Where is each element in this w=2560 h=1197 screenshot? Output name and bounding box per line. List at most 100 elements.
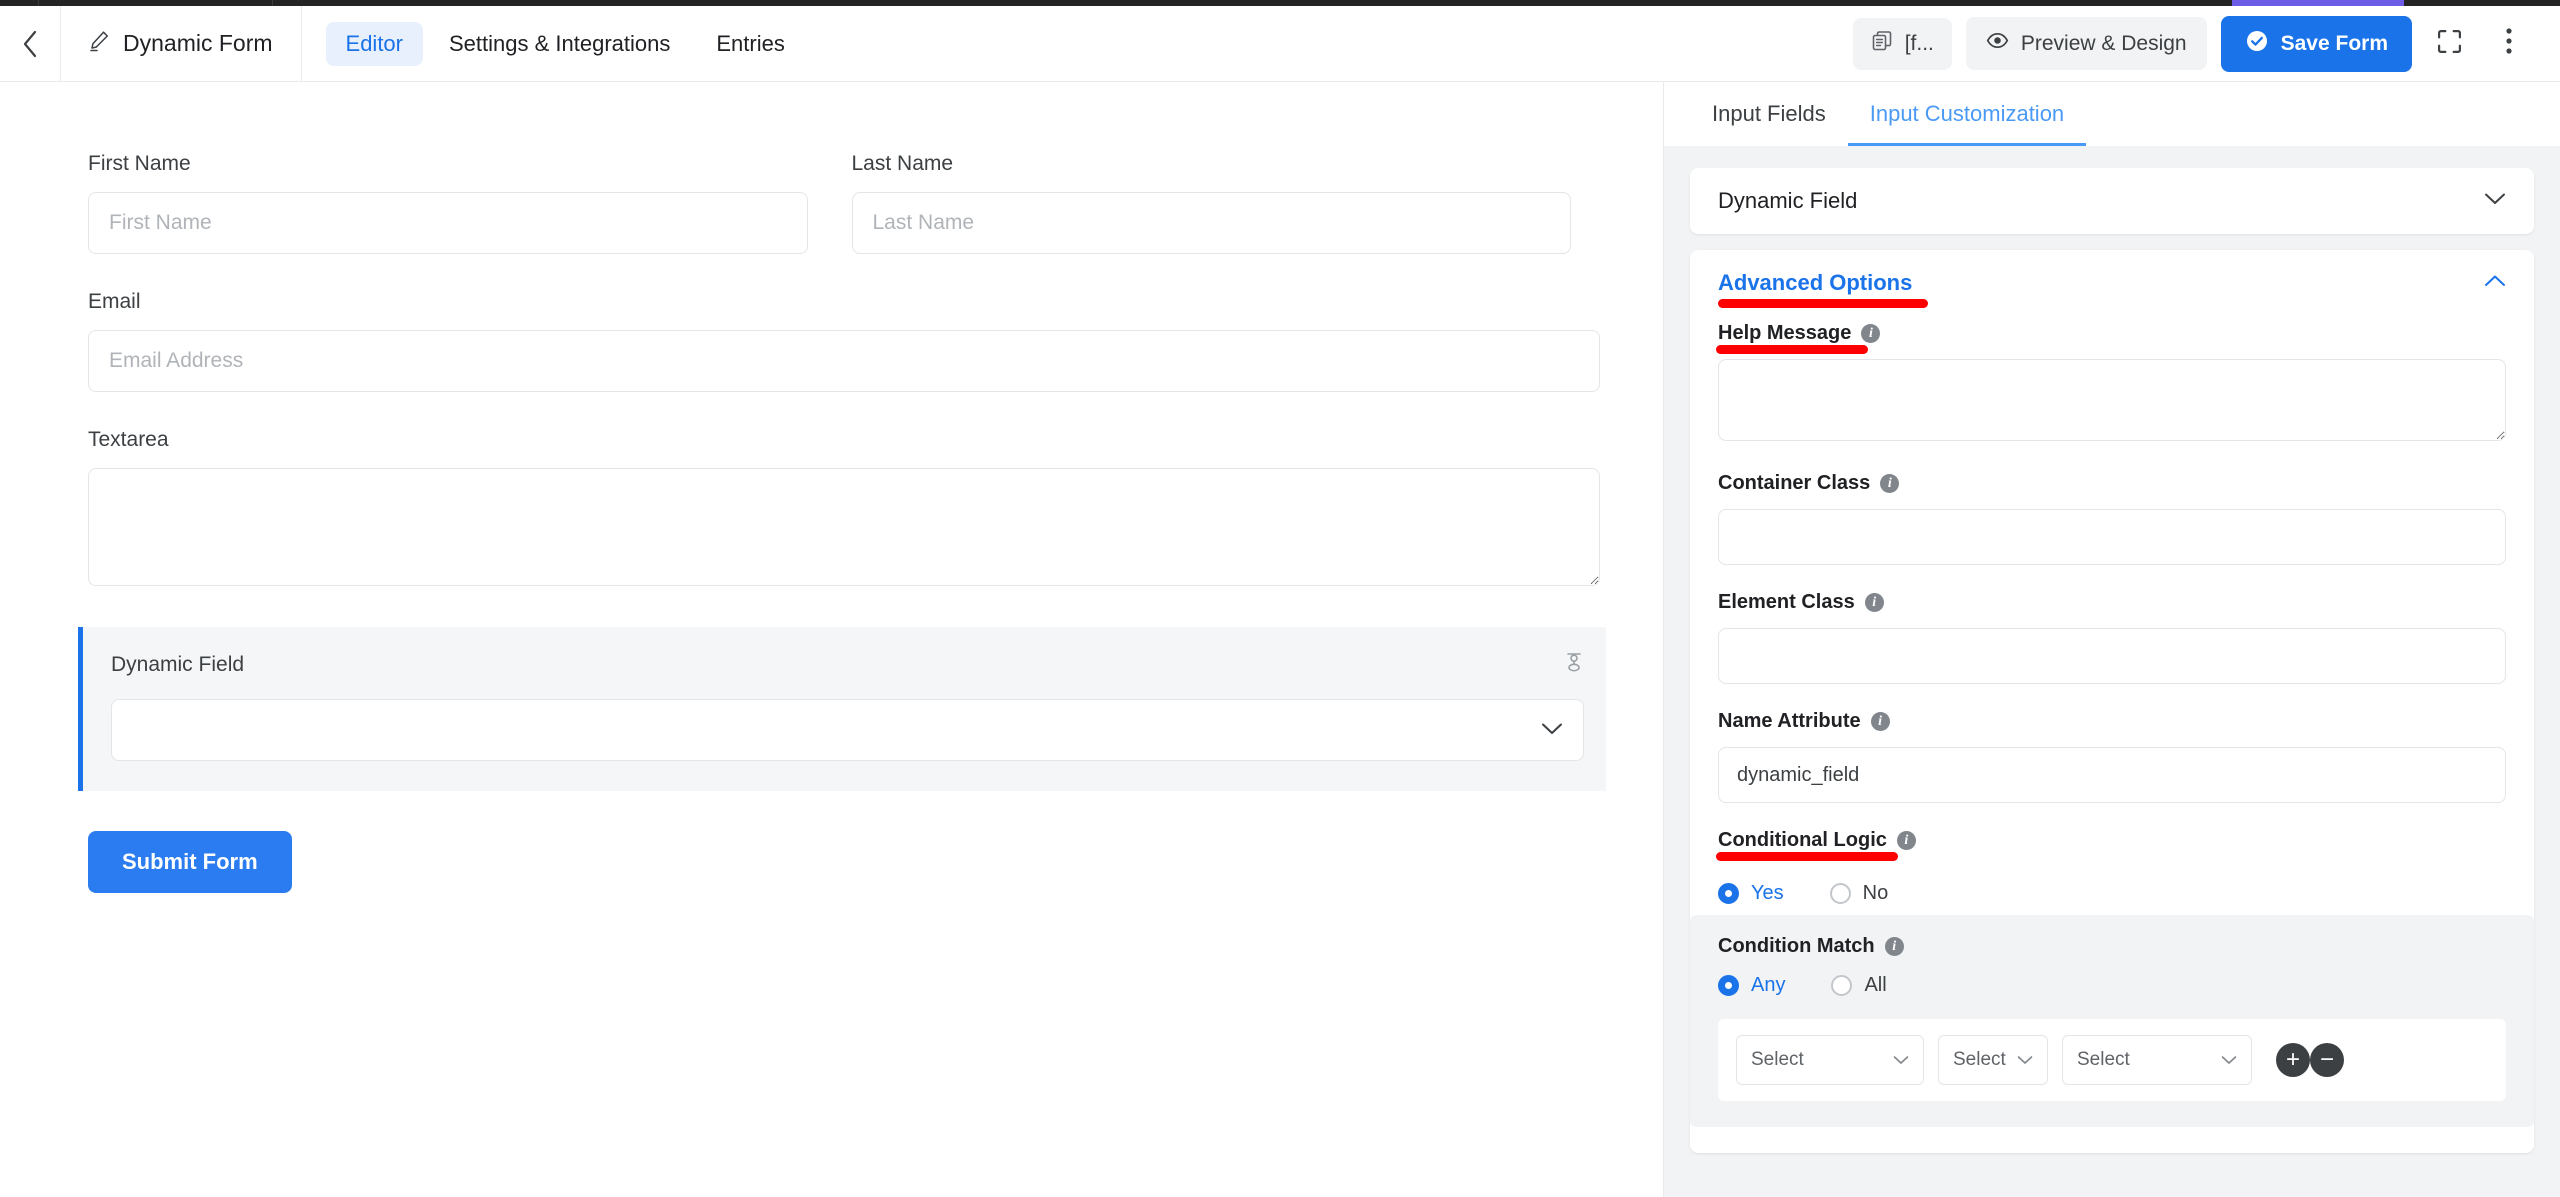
chevron-up-icon xyxy=(2484,274,2506,293)
condition-rule-buttons: + − xyxy=(2276,1043,2344,1077)
preview-design-label: Preview & Design xyxy=(2020,31,2187,55)
more-options-button[interactable] xyxy=(2486,21,2532,67)
conditional-logic-radios: Yes No xyxy=(1718,882,2506,905)
field-selector-title: Dynamic Field xyxy=(1718,188,1858,213)
field-first-name: First Name xyxy=(88,152,808,254)
info-icon[interactable]: i xyxy=(1864,593,1884,612)
conditional-logic-option-yes[interactable]: Yes xyxy=(1718,882,1784,905)
page-title: Dynamic Form xyxy=(123,30,273,56)
eye-icon xyxy=(1986,29,2009,58)
info-icon[interactable]: i xyxy=(1870,712,1890,731)
tab-input-fields[interactable]: Input Fields xyxy=(1690,101,1848,146)
conditional-logic-yes-label: Yes xyxy=(1751,882,1784,904)
condition-match-all-label: All xyxy=(1864,974,1887,996)
tab-entries[interactable]: Entries xyxy=(696,22,804,66)
back-button[interactable] xyxy=(0,6,60,82)
header-actions: [f... Preview & Design Save Form xyxy=(1852,15,2560,72)
textarea-label: Textarea xyxy=(88,428,169,451)
form-title-group[interactable]: Dynamic Form xyxy=(61,6,301,82)
copy-icon xyxy=(1871,30,1893,58)
chevron-down-icon xyxy=(2205,1049,2237,1071)
selected-dynamic-field-block[interactable]: Dynamic Field xyxy=(78,627,1606,791)
shortcode-label: [f... xyxy=(1904,31,1934,55)
shortcode-button[interactable]: [f... xyxy=(1852,17,1952,70)
header-divider-2 xyxy=(300,5,302,82)
condition-value-select[interactable]: Select xyxy=(2062,1035,2252,1085)
tab-editor[interactable]: Editor xyxy=(325,21,423,66)
group-name-attribute: Name Attribute i xyxy=(1718,710,2506,803)
advanced-options-title: Advanced Options xyxy=(1718,270,1928,308)
save-form-label: Save Form xyxy=(2280,31,2388,55)
settings-handle-icon xyxy=(1564,653,1584,679)
first-name-label: First Name xyxy=(88,152,191,175)
condition-rule-row: Select Select Select + − xyxy=(1718,1019,2506,1101)
pencil-icon xyxy=(87,29,111,58)
name-row: First Name Last Name xyxy=(88,152,1571,290)
fullscreen-icon xyxy=(2436,28,2463,60)
info-icon[interactable]: i xyxy=(1880,474,1900,493)
field-email: Email xyxy=(88,290,1600,392)
dynamic-field-label: Dynamic Field xyxy=(111,653,245,676)
submit-form-button[interactable]: Submit Form xyxy=(88,831,292,893)
info-icon[interactable]: i xyxy=(1884,937,1904,956)
condition-match-any-label: Any xyxy=(1751,974,1786,996)
textarea-input[interactable] xyxy=(88,468,1600,586)
first-name-input[interactable] xyxy=(88,192,808,254)
remove-condition-button[interactable]: − xyxy=(2310,1043,2344,1077)
advanced-options-header[interactable]: Advanced Options xyxy=(1690,250,2534,316)
condition-match-option-all[interactable]: All xyxy=(1831,974,1887,997)
check-circle-icon xyxy=(2245,29,2269,59)
conditional-logic-no-label: No xyxy=(1862,882,1889,904)
help-message-label-text: Help Message xyxy=(1718,322,1852,344)
body-wrap: First Name Last Name Email Textarea Dyna… xyxy=(0,82,2560,1197)
container-class-input[interactable] xyxy=(1718,509,2506,565)
info-icon[interactable]: i xyxy=(1861,324,1881,343)
field-last-name: Last Name xyxy=(851,152,1571,254)
radio-icon xyxy=(1831,975,1853,996)
save-form-button[interactable]: Save Form xyxy=(2220,15,2412,72)
panel-scroll-area[interactable]: Dynamic Field Advanced Options Help Mess… xyxy=(1664,146,2560,1197)
tab-settings-integrations[interactable]: Settings & Integrations xyxy=(429,22,690,66)
field-selector-card: Dynamic Field xyxy=(1690,168,2534,234)
chevron-down-icon xyxy=(2484,192,2506,211)
element-class-input[interactable] xyxy=(1718,628,2506,684)
condition-field-select-value: Select xyxy=(1751,1049,1804,1070)
condition-match-label-text: Condition Match xyxy=(1718,935,1875,957)
preview-design-button[interactable]: Preview & Design xyxy=(1965,17,2207,70)
email-label: Email xyxy=(88,290,141,313)
help-message-textarea[interactable] xyxy=(1718,359,2506,441)
last-name-label: Last Name xyxy=(851,152,954,175)
tab-input-customization[interactable]: Input Customization xyxy=(1847,101,2087,146)
field-selector-header[interactable]: Dynamic Field xyxy=(1690,168,2534,234)
info-icon[interactable]: i xyxy=(1896,831,1916,850)
annotation-underline-advanced xyxy=(1718,299,1928,308)
name-attribute-label-text: Name Attribute xyxy=(1718,710,1861,732)
radio-icon xyxy=(1718,975,1739,996)
condition-match-radios: Any All xyxy=(1718,974,2506,997)
field-handle-button[interactable] xyxy=(1564,649,1584,680)
dynamic-field-select[interactable] xyxy=(111,699,1584,761)
app-header: Dynamic Form Editor Settings & Integrati… xyxy=(0,5,2560,82)
group-container-class: Container Class i xyxy=(1718,472,2506,565)
add-condition-button[interactable]: + xyxy=(2276,1043,2310,1077)
customization-panel: Input Fields Input Customization Dynamic… xyxy=(1663,82,2560,1197)
name-attribute-input[interactable] xyxy=(1718,747,2506,803)
fullscreen-button[interactable] xyxy=(2426,21,2472,67)
condition-field-select[interactable]: Select xyxy=(1736,1035,1924,1085)
element-class-label-text: Element Class xyxy=(1718,591,1855,613)
more-vertical-icon xyxy=(2505,26,2513,61)
radio-icon xyxy=(1829,883,1851,904)
advanced-options-card: Advanced Options Help Message i Containe… xyxy=(1690,250,2534,1153)
conditional-logic-label-text: Conditional Logic xyxy=(1718,829,1887,851)
help-message-label: Help Message i xyxy=(1716,322,1881,354)
condition-operator-select[interactable]: Select xyxy=(1938,1035,2048,1085)
condition-match-option-any[interactable]: Any xyxy=(1718,974,1785,997)
last-name-input[interactable] xyxy=(851,192,1571,254)
chevron-down-icon xyxy=(1541,718,1563,742)
condition-value-select-value: Select xyxy=(2077,1049,2130,1070)
element-class-label: Element Class i xyxy=(1718,591,1884,614)
conditional-logic-option-no[interactable]: No xyxy=(1829,882,1889,905)
email-input[interactable] xyxy=(88,330,1600,392)
advanced-options-label: Advanced Options xyxy=(1718,270,1913,295)
name-attribute-label: Name Attribute i xyxy=(1718,710,1890,733)
